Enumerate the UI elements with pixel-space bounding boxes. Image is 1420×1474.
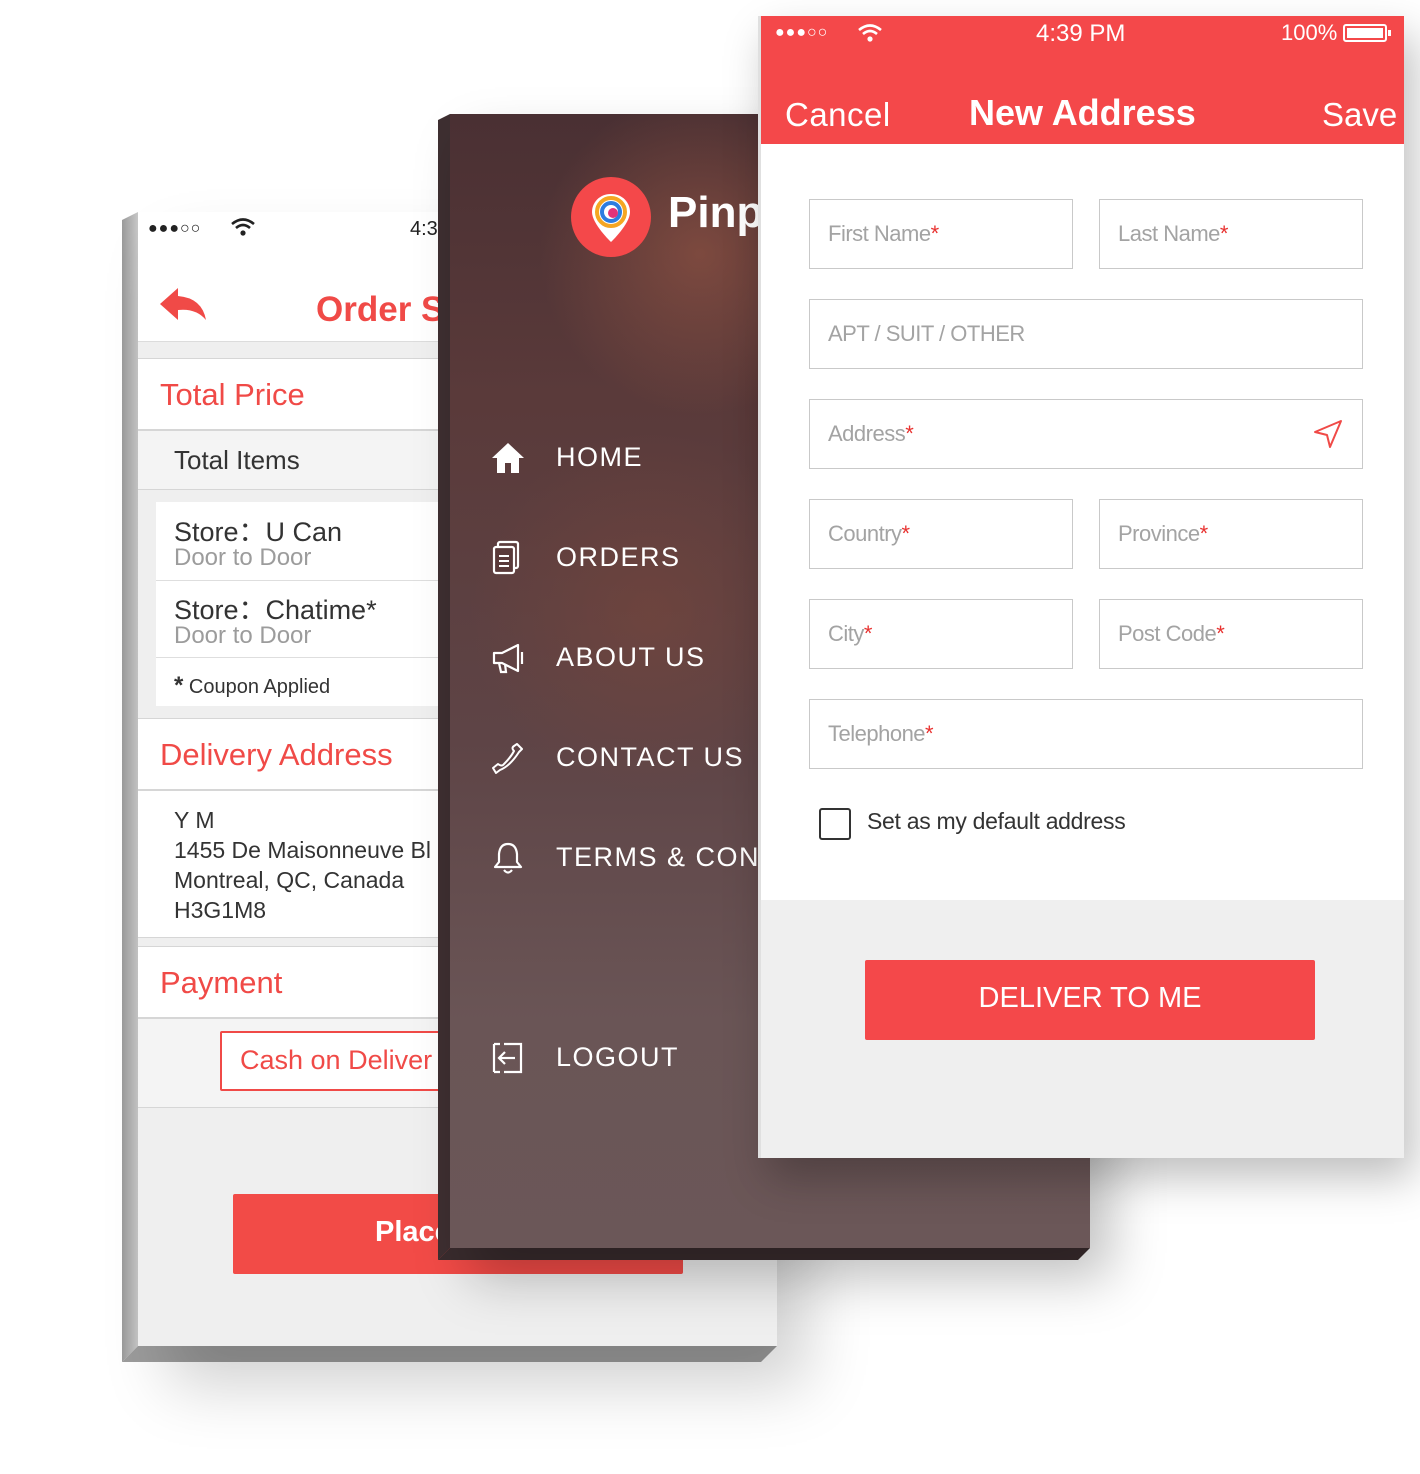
address-line: 1455 De Maisonneuve Bl [174, 837, 431, 863]
signal-indicator: ●●●○○ [775, 24, 829, 41]
menu-item-label: TERMS & CONDI [556, 842, 791, 872]
orders-icon [492, 540, 520, 575]
telephone-placeholder: Telephone [828, 721, 926, 746]
payment-header: Payment [160, 965, 283, 1000]
required-mark: * [1216, 621, 1225, 646]
apt-suite-field[interactable]: APT / SUIT / OTHER [809, 299, 1363, 369]
total-price-header: Total Price [160, 377, 305, 412]
required-mark: * [930, 221, 940, 246]
menu-item-label: HOME [556, 442, 643, 472]
post-code-field[interactable]: Post Code* [1099, 599, 1363, 669]
phone-icon [492, 743, 523, 774]
delivery-address-header: Delivery Address [160, 737, 393, 772]
device-edge [122, 1346, 777, 1362]
save-button[interactable]: Save [1322, 96, 1397, 134]
home-icon [492, 443, 524, 473]
app-brand-name: Pinp [668, 188, 764, 237]
menu-item-label: ABOUT US [556, 642, 706, 672]
store-delivery-method: Door to Door [174, 622, 312, 649]
device-edge [438, 1248, 1090, 1260]
status-time: 4:39 PM [1036, 20, 1126, 47]
menu-item-label: CONTACT US [556, 742, 745, 772]
deliver-to-me-button[interactable]: DELIVER TO ME [865, 960, 1315, 1040]
wifi-icon [858, 24, 882, 42]
new-address-screen: ●●●○○ 4:39 PM 100% Cancel New Address Sa… [758, 16, 1404, 1158]
required-mark: * [901, 521, 911, 546]
address-name: Y M [174, 807, 215, 833]
first-name-field[interactable]: First Name* [809, 199, 1073, 269]
deliver-to-me-label: DELIVER TO ME [978, 982, 1202, 1014]
country-field[interactable]: Country* [809, 499, 1073, 569]
address-line: Montreal, QC, Canada [174, 867, 405, 893]
coupon-star: * [174, 672, 184, 699]
coupon-note-text: Coupon Applied [188, 676, 331, 698]
signal-indicator: ●●●○○ [148, 220, 202, 237]
battery-percent: 100% [1281, 20, 1338, 45]
country-placeholder: Country [828, 521, 902, 546]
city-field[interactable]: City* [809, 599, 1073, 669]
bell-icon [493, 842, 523, 874]
app-logo-icon [571, 177, 651, 257]
province-field[interactable]: Province* [1099, 499, 1363, 569]
device-edge [438, 114, 450, 1260]
last-name-field[interactable]: Last Name* [1099, 199, 1363, 269]
menu-item-label: LOGOUT [556, 1042, 680, 1072]
first-name-placeholder: First Name [828, 221, 931, 246]
telephone-field[interactable]: Telephone* [809, 699, 1363, 769]
address-postcode: H3G1M8 [174, 897, 267, 923]
wifi-icon [231, 218, 255, 236]
default-address-checkbox[interactable] [819, 808, 851, 840]
default-address-label: Set as my default address [867, 808, 1126, 834]
location-arrow-icon[interactable] [1312, 418, 1344, 450]
coupon-note: * Coupon Applied [174, 672, 330, 700]
required-mark: * [863, 621, 873, 646]
required-mark: * [905, 421, 914, 446]
address-field[interactable]: Address* [809, 399, 1363, 469]
battery-icon [1343, 24, 1391, 42]
device-edge [122, 212, 138, 1362]
required-mark: * [1199, 521, 1209, 546]
required-mark: * [1219, 221, 1229, 246]
address-placeholder: Address [828, 421, 906, 446]
page-title: Order S [316, 290, 445, 329]
page-title: New Address [969, 92, 1196, 133]
footer-area: DELIVER TO ME [761, 900, 1404, 1158]
menu-item-label: ORDERS [556, 542, 681, 572]
last-name-placeholder: Last Name [1118, 221, 1220, 246]
required-mark: * [925, 721, 934, 746]
new-address-face: ●●●○○ 4:39 PM 100% Cancel New Address Sa… [758, 16, 1404, 1158]
status-time: 4:3 [410, 218, 438, 240]
logout-icon [492, 1042, 523, 1074]
back-arrow-icon[interactable] [158, 286, 208, 322]
cancel-button[interactable]: Cancel [785, 96, 891, 134]
header-bar: ●●●○○ 4:39 PM 100% Cancel New Address Sa… [761, 16, 1404, 144]
apt-suite-placeholder: APT / SUIT / OTHER [828, 321, 1025, 346]
megaphone-icon [492, 643, 524, 674]
cash-on-delivery-label: Cash on Deliver [240, 1045, 433, 1075]
province-placeholder: Province [1118, 521, 1200, 546]
post-code-placeholder: Post Code [1118, 621, 1217, 646]
total-items-label: Total Items [174, 445, 300, 475]
city-placeholder: City [828, 621, 864, 646]
store-delivery-method: Door to Door [174, 544, 312, 571]
